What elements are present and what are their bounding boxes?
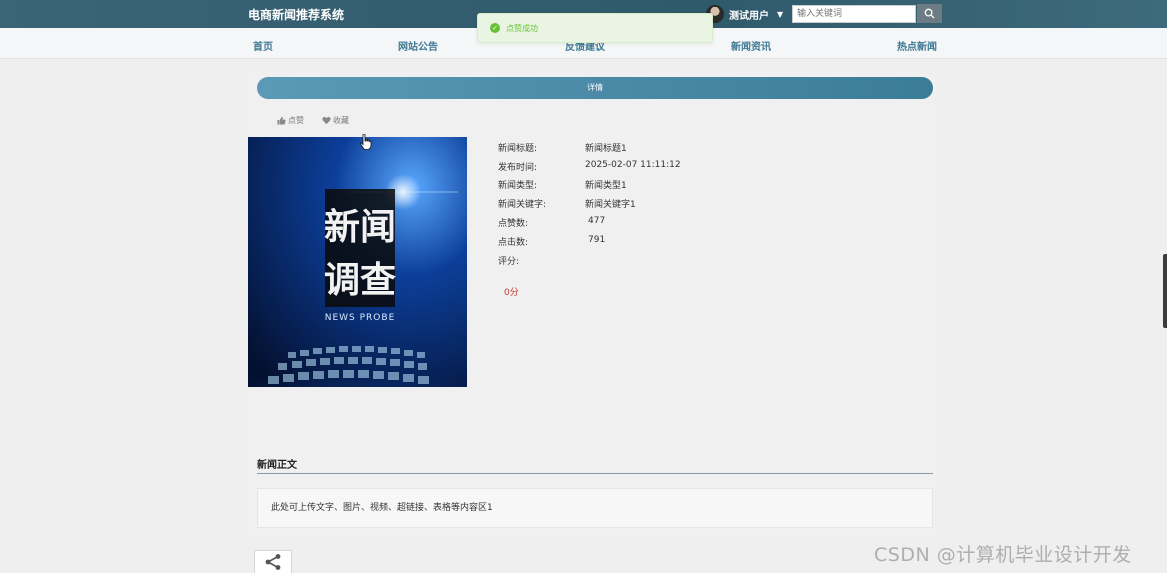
nav-news[interactable]: 新闻资讯 [731,38,771,53]
field-label-clicks: 点击数: [498,238,529,248]
field-value-publish-time: 2025-02-07 11:11:12 [585,160,681,170]
field-value-type: 新闻类型1 [585,181,627,191]
check-circle-icon: ✓ [490,23,500,33]
search-button[interactable] [917,4,942,23]
detail-title-bar: 详情 [257,77,933,99]
nav-hot-news[interactable]: 热点新闻 [897,38,937,53]
news-detail-panel: 详情 点赞 收藏 新闻 调查 NEWS PROBE 新闻标题: 新闻标题1 发布… [248,68,942,541]
field-label-publish-time: 发布时间: [498,163,538,173]
thumbs-up-icon [277,116,286,125]
news-cover-image: 新闻 调查 NEWS PROBE [248,137,467,387]
field-value-keywords: 新闻关键字1 [585,200,636,210]
nav-announcements[interactable]: 网站公告 [398,38,438,53]
field-label-rating: 评分: [498,257,520,267]
favorite-button[interactable]: 收藏 [322,115,349,126]
share-icon [265,554,281,570]
search-input[interactable] [792,5,916,23]
section-title-body: 新闻正文 [257,460,297,471]
user-menu[interactable]: 测试用户 ▼ [706,4,783,24]
section-divider [257,473,933,474]
nav-home[interactable]: 首页 [253,38,273,53]
field-value-title: 新闻标题1 [585,144,627,154]
rating-score: 0分 [504,288,519,298]
field-label-type: 新闻类型: [498,181,538,191]
toast-message: 点赞成功 [506,23,538,33]
favorite-label: 收藏 [333,116,349,125]
caret-down-icon[interactable]: ▼ [777,10,783,19]
field-value-likes: 477 [588,216,606,226]
site-brand[interactable]: 电商新闻推荐系统 [248,6,344,23]
cover-caption: NEWS PROBE [325,313,396,323]
cover-title-line2: 调查 [324,260,396,301]
user-name[interactable]: 测试用户 [729,7,769,22]
news-body-content: 此处可上传文字、图片、视频、超链接、表格等内容区1 [257,488,933,528]
like-label: 点赞 [288,116,304,125]
watermark: CSDN @计算机毕业设计开发 [874,544,1132,566]
success-toast: ✓ 点赞成功 [477,13,713,43]
field-label-keywords: 新闻关键字: [498,200,547,210]
share-button[interactable] [254,550,292,573]
like-button[interactable]: 点赞 [277,115,304,126]
page-scrollbar[interactable] [1163,254,1167,328]
cover-title-line1: 新闻 [324,207,396,248]
hand-cursor-icon [360,134,372,150]
field-label-title: 新闻标题: [498,144,538,154]
search-icon [924,8,935,19]
field-value-clicks: 791 [588,235,606,245]
field-label-likes: 点赞数: [498,219,529,229]
heart-icon [322,116,331,125]
